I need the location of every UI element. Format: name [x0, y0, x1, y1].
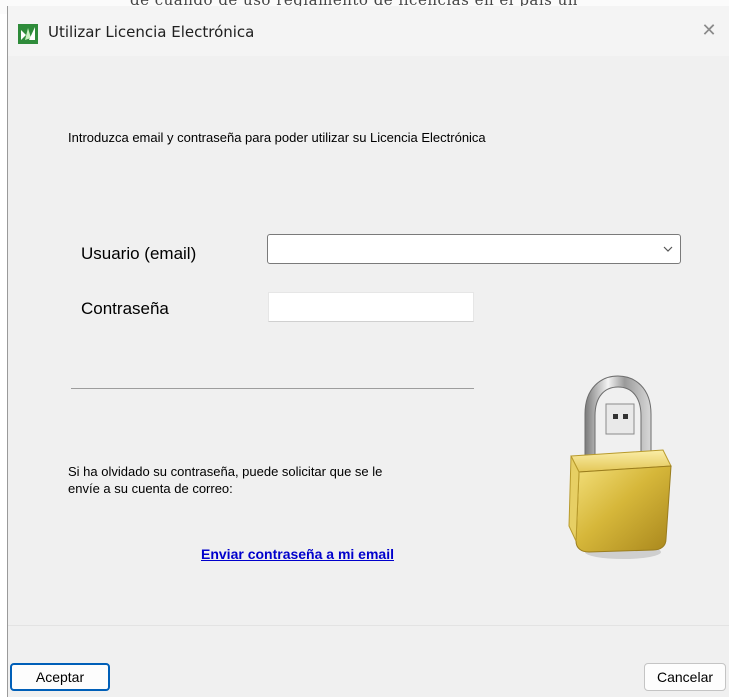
- forgot-line-2: envíe a su cuenta de correo:: [68, 481, 233, 496]
- send-password-link[interactable]: Enviar contraseña a mi email: [201, 546, 394, 562]
- forgot-line-1: Si ha olvidado su contraseña, puede soli…: [68, 464, 383, 479]
- section-divider: [71, 388, 474, 389]
- window-title: Utilizar Licencia Electrónica: [48, 23, 255, 41]
- user-email-combobox[interactable]: [267, 234, 681, 264]
- title-bar: Utilizar Licencia Electrónica ✕: [8, 6, 729, 56]
- user-label: Usuario (email): [81, 244, 197, 263]
- instruction-text: Introduzca email y contraseña para poder…: [68, 130, 486, 145]
- footer-divider: [8, 625, 729, 626]
- close-icon: ✕: [701, 20, 717, 41]
- cancel-button[interactable]: Cancelar: [644, 663, 726, 691]
- usb-padlock-icon: [568, 375, 672, 559]
- license-app-icon: [18, 24, 38, 44]
- password-field[interactable]: [268, 292, 474, 322]
- chevron-down-icon[interactable]: [662, 243, 674, 255]
- close-button[interactable]: ✕: [694, 16, 724, 46]
- accept-button[interactable]: Aceptar: [10, 663, 110, 691]
- forgot-password-text: Si ha olvidado su contraseña, puede soli…: [68, 463, 478, 497]
- license-dialog: Utilizar Licencia Electrónica ✕ Introduz…: [7, 6, 729, 697]
- password-label: Contraseña: [81, 299, 169, 318]
